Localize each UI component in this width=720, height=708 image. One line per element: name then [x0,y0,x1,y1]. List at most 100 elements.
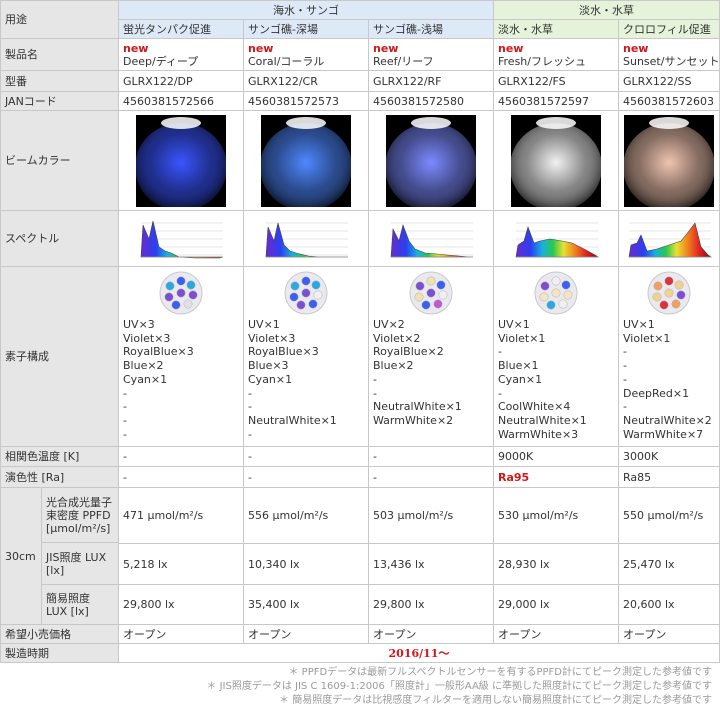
product-name-label: 製品名 [0,38,119,71]
beam-label: ビームカラー [0,110,119,211]
jis-cell: 13,436 lx [368,542,494,586]
element-line: Cyan×1 [248,372,293,386]
spectrum-graph [385,216,477,261]
footnote: ＊ PPFDデータは最新フルスペクトルセンサーを有するPPFD計にてピーク測定し… [288,667,712,678]
element-line: Violet×3 [248,331,296,345]
footnotes: ＊ PPFDデータは最新フルスペクトルセンサーを有するPPFD計にてピーク測定し… [0,666,720,708]
model-cell: GLRX122/CR [243,70,369,92]
purpose-cell: サンゴ礁-浅場 [368,19,494,39]
product-name: Coral/コーラル [248,54,325,68]
price-label: 希望小売価格 [0,624,119,644]
element-line: - [248,400,252,414]
spectrum-cell [243,210,369,267]
element-line: RoyalBlue×3 [123,345,194,359]
element-line: Violet×3 [123,331,171,345]
element-line: RoyalBlue×3 [248,345,319,359]
product-name: Reef/リーフ [373,54,434,68]
element-list: UV×2 Violet×2 RoyalBlue×2 Blue×2- - NeutralWh… [373,318,489,428]
ppfd-cell: 556 μmol/m²/s [243,487,369,544]
cri-cell: - [118,466,244,488]
new-badge: new [498,41,524,55]
price-cell: オープン [618,624,720,644]
element-line: - [623,372,627,386]
element-line: UV×1 [623,318,655,331]
ppfd-cell: 503 μmol/m²/s [368,487,494,544]
cri-label: 演色性 [Ra] [0,466,119,488]
element-line: - [373,372,377,386]
simple-cell: 29,800 lx [368,584,494,625]
beam-photo [261,114,351,207]
jan-cell: 4560381572580 [368,91,494,111]
element-line: Violet×1 [623,331,671,345]
led-chip-diagram [647,271,691,315]
beam-photo-cell [368,110,494,211]
element-line: Violet×1 [498,331,546,345]
simple-cell: 20,600 lx [618,584,720,625]
simple-cell: 29,000 lx [493,584,619,625]
element-line: - [248,386,252,400]
spec-table: 用途 海水・サンゴ 淡水・水草 蛍光タンパク促進 サンゴ礁-深場 サンゴ礁-浅場… [0,0,720,663]
distance-label: 30cm [1,488,42,624]
element-line: UV×2 [373,318,405,331]
beam-photo [386,114,476,207]
purpose-label: 用途 [0,0,119,39]
spectrum-cell [118,210,244,267]
product-name-cell: new Deep/ディープ [118,38,244,71]
price-cell: オープン [368,624,494,644]
element-line: CoolWhite×4 [498,400,571,414]
elements-cell: UV×1 Violet×1- Blue×1 Cyan×1- CoolWhite×4 Neu… [493,266,619,447]
element-line: NeutralWhite×2 [623,413,712,427]
cct-cell: 3000K [618,446,720,467]
element-line: DeepRed×1 [623,386,690,400]
purpose-cell: 淡水・水草 [493,19,619,39]
element-line: Blue×1 [498,359,539,373]
jis-cell: 5,218 lx [118,542,244,586]
element-line: UV×1 [498,318,530,331]
elements-cell: UV×3 Violet×3 RoyalBlue×3 Blue×2 Cyan×1- - - - [118,266,244,447]
element-line: - [498,386,502,400]
element-line: UV×3 [123,318,155,331]
elements-cell: UV×1 Violet×3 RoyalBlue×3 Blue×3 Cyan×1- - Neu… [243,266,369,447]
cct-cell: - [243,446,369,467]
element-line: Violet×2 [373,331,421,345]
period-value: 2016/11〜 [118,643,720,663]
simple-cell: 35,400 lx [243,584,369,625]
jan-cell: 4560381572597 [493,91,619,111]
element-line: NeutralWhite×1 [248,413,337,427]
element-line: - [248,427,252,441]
price-cell: オープン [118,624,244,644]
new-badge: new [373,41,399,55]
beam-photo [624,114,714,207]
spectrum-graph [135,216,227,261]
elements-cell: UV×2 Violet×2 RoyalBlue×2 Blue×2- - NeutralWh… [368,266,494,447]
element-line: WarmWhite×2 [373,413,454,427]
spectrum-label: スペクトル [0,210,119,267]
element-line: - [623,345,627,359]
element-line: Cyan×1 [498,372,543,386]
spectrum-graph [510,216,602,261]
spectrum-graph [260,216,352,261]
element-line: Blue×2 [373,359,414,373]
element-line: - [623,400,627,414]
beam-photo-cell [118,110,244,211]
product-name-cell: new Reef/リーフ [368,38,494,71]
model-cell: GLRX122/RF [368,70,494,92]
spectrum-cell [618,210,720,267]
element-line: Blue×3 [248,359,289,373]
element-line: - [123,386,127,400]
product-name: Deep/ディープ [123,54,199,68]
purpose-cell: サンゴ礁-深場 [243,19,369,39]
cct-label: 相関色温度 [K] [0,446,119,467]
footnote: ＊ 簡易照度データは比視感度フィルターを適用しない簡易照度計にてピーク測定した参… [279,695,712,706]
spectrum-cell [368,210,494,267]
element-line: WarmWhite×7 [623,427,704,441]
model-cell: GLRX122/SS [618,70,720,92]
product-name-cell: new Fresh/フレッシュ [493,38,619,71]
product-name: Sunset/サンセット [623,54,720,68]
model-cell: GLRX122/FS [493,70,619,92]
led-chip-diagram [409,271,453,315]
elements-cell: UV×1 Violet×1- - - DeepRed×1- NeutralWhite×2 W… [618,266,720,447]
element-line: Cyan×1 [123,372,168,386]
distance-group: 30cm 光合成光量子束密度 PPFD [μmol/m²/s] JIS照度 LUX … [0,487,119,625]
element-line: - [623,359,627,373]
